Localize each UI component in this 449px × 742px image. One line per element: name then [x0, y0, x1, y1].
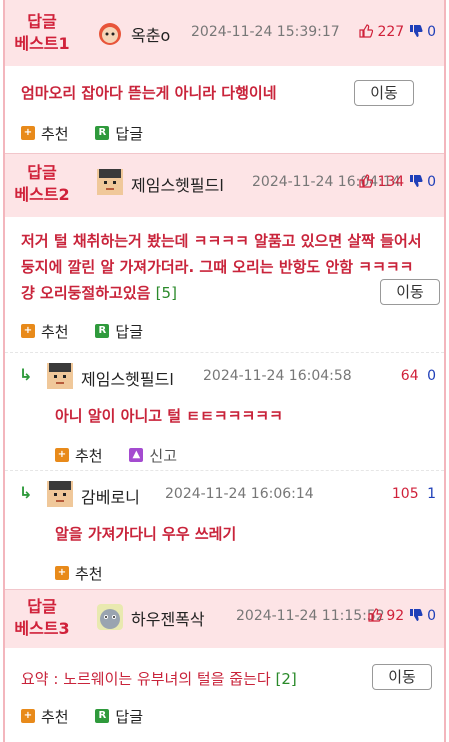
recommend-button[interactable]: + 추천: [21, 123, 69, 144]
timestamp: 2024-11-24 15:39:17: [191, 24, 340, 40]
best-label: 답글 베스트3: [14, 597, 70, 638]
up-count: 227: [377, 24, 405, 40]
recommend-button[interactable]: + 추천: [21, 321, 69, 342]
reply-button[interactable]: R 답글: [95, 123, 143, 144]
nickname[interactable]: 제임스헷필드l: [81, 366, 174, 390]
plus-icon: +: [21, 709, 35, 723]
avatar[interactable]: [47, 363, 73, 389]
reply-r-icon: R: [95, 709, 110, 723]
reply-button[interactable]: R 답글: [95, 706, 143, 727]
reply-r-icon: R: [95, 126, 110, 140]
nickname[interactable]: 감베로니: [81, 484, 140, 508]
reply-button[interactable]: R 답글: [95, 321, 143, 342]
thumbs-down-icon[interactable]: [409, 24, 423, 38]
comment-actions: + 추천 R 답글: [21, 121, 165, 144]
best-comment-1: 답글 베스트1 옥춘o 2024-11-24 15:39:17 227 0 엄마…: [5, 0, 444, 154]
up-count: 105: [391, 486, 419, 502]
reply-text: 아니 알이 아니고 털 ㅌㅌㅋㅋㅋㅋㅋ: [55, 407, 283, 425]
reply-count[interactable]: [2]: [275, 670, 296, 688]
up-count: 92: [386, 608, 405, 624]
move-button[interactable]: 이동: [372, 664, 432, 690]
recommend-button[interactable]: + 추천: [55, 563, 103, 584]
reply-count[interactable]: [5]: [156, 284, 177, 302]
recommend-button[interactable]: + 추천: [55, 445, 103, 466]
plus-icon: +: [55, 566, 69, 580]
comment-best-panel: 답글 베스트1 옥춘o 2024-11-24 15:39:17 227 0 엄마…: [3, 0, 446, 742]
plus-icon: +: [55, 448, 69, 462]
vote-counts: 105 1: [392, 486, 436, 502]
timestamp: 2024-11-24 16:04:58: [203, 368, 352, 384]
up-count: 134: [377, 174, 405, 190]
best-header: 답글 베스트3 하우젠폭삭 2024-11-24 11:15:52 92 0: [5, 590, 444, 648]
reply-arrow-icon: ↳: [19, 365, 33, 384]
timestamp: 2024-11-24 16:06:14: [165, 486, 314, 502]
best-comment-2: 답글 베스트2 제임스헷필드l 2024-11-24 16:04:14 134 …: [5, 154, 444, 590]
nickname[interactable]: 하우젠폭삭: [131, 606, 205, 630]
vote-counts: 134 0: [359, 174, 436, 190]
comment-text: 요약 : 노르웨이는 유부녀의 털을 줍는다 [2]: [21, 670, 297, 688]
reply-r-icon: R: [95, 324, 110, 338]
bell-icon: ▲: [129, 448, 144, 462]
comment-actions: + 추천 R 답글: [21, 704, 165, 727]
nickname[interactable]: 옥춘o: [131, 22, 170, 46]
reply-item: ↳ 제임스헷필드l 2024-11-24 16:04:58 64 0 아니 알이…: [5, 352, 444, 471]
report-button[interactable]: ▲ 신고: [129, 445, 177, 466]
thumbs-up-icon[interactable]: [359, 24, 373, 38]
best-header: 답글 베스트1 옥춘o 2024-11-24 15:39:17 227 0: [5, 0, 444, 66]
comment-actions: + 추천 R 답글: [21, 319, 165, 342]
best-label: 답글 베스트2: [14, 163, 70, 204]
avatar[interactable]: [97, 20, 123, 46]
reply-item: ↳ 감베로니 2024-11-24 16:06:14 105 1 알을 가져가다…: [5, 470, 444, 589]
nickname[interactable]: 제임스헷필드l: [131, 172, 224, 196]
thumbs-down-icon[interactable]: [409, 608, 423, 622]
reply-actions: + 추천: [55, 561, 125, 584]
avatar[interactable]: [97, 169, 123, 195]
thumbs-up-icon[interactable]: [359, 174, 373, 188]
down-count: 0: [427, 608, 436, 624]
plus-icon: +: [21, 126, 35, 140]
best-comment-3: 답글 베스트3 하우젠폭삭 2024-11-24 11:15:52 92 0 요…: [5, 590, 444, 742]
reply-arrow-icon: ↳: [19, 483, 33, 502]
avatar[interactable]: [47, 481, 73, 507]
plus-icon: +: [21, 324, 35, 338]
best-header: 답글 베스트2 제임스헷필드l 2024-11-24 16:04:14 134 …: [5, 154, 444, 217]
avatar[interactable]: [97, 604, 123, 630]
reply-actions: + 추천 ▲ 신고: [55, 443, 199, 466]
move-button[interactable]: 이동: [354, 80, 414, 106]
comment-text: 저거 털 채취하는거 봤는데 ㅋㅋㅋㅋ 알품고 있으면 살짝 들어서 둥지에 깔…: [21, 232, 422, 302]
timestamp: 2024-11-24 11:15:52: [236, 608, 385, 624]
vote-counts: 227 0: [359, 24, 436, 40]
best-label: 답글 베스트1: [14, 12, 70, 53]
down-count: 0: [427, 368, 436, 384]
recommend-button[interactable]: + 추천: [21, 706, 69, 727]
thumbs-down-icon[interactable]: [409, 174, 423, 188]
vote-counts: 64 0: [401, 368, 436, 384]
thumbs-up-icon[interactable]: [368, 608, 382, 622]
up-count: 64: [400, 368, 419, 384]
down-count: 1: [427, 486, 436, 502]
down-count: 0: [427, 174, 436, 190]
reply-text: 알을 가져가다니 우우 쓰레기: [55, 525, 237, 543]
vote-counts: 92 0: [368, 608, 436, 624]
down-count: 0: [427, 24, 436, 40]
move-button[interactable]: 이동: [380, 279, 440, 305]
